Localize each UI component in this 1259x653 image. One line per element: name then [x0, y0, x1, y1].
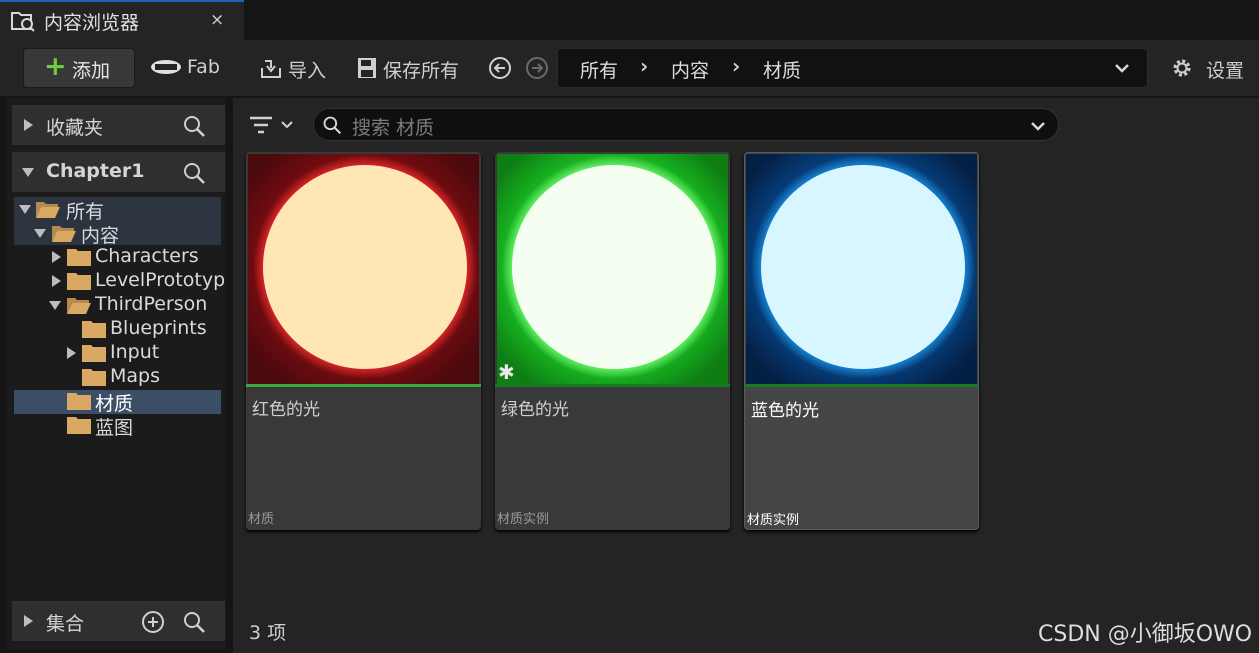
tree-item-label: Characters	[95, 245, 199, 267]
asset-type: 材质实例	[747, 513, 800, 528]
collapse-arrow-icon	[22, 168, 34, 177]
asset-name: 蓝色的光	[751, 401, 819, 421]
chevron-right-icon[interactable]: ›	[732, 54, 740, 78]
instance-marker-icon: ✱	[498, 360, 515, 384]
item-count: 3 项	[249, 622, 287, 644]
search-bar[interactable]: 搜索 材质	[313, 108, 1059, 141]
filter-icon	[250, 116, 272, 134]
folder-icon	[67, 273, 91, 290]
folder-icon	[82, 321, 106, 338]
expand-arrow-icon	[24, 615, 33, 627]
add-button[interactable]: + 添加	[23, 48, 135, 88]
import-label: 导入	[288, 60, 327, 82]
favorites-title: 收藏夹	[46, 117, 104, 139]
close-icon[interactable]: ×	[210, 10, 224, 30]
chevron-down-icon[interactable]	[1030, 120, 1046, 132]
asset-thumbnail	[746, 154, 977, 385]
fab-button[interactable]: Fab	[150, 50, 230, 86]
settings-button[interactable]: 设置	[1168, 50, 1253, 86]
folder-search-icon	[11, 12, 35, 32]
tree-item-label: 材质	[95, 393, 134, 415]
search-icon[interactable]	[182, 161, 206, 185]
filter-button[interactable]	[247, 112, 297, 138]
back-arrow-icon[interactable]	[488, 56, 512, 80]
asset-type: 材质	[248, 512, 275, 527]
breadcrumb-item[interactable]: 材质	[763, 56, 801, 83]
folder-icon	[82, 345, 106, 362]
asset-card[interactable]: 红色的光 材质	[246, 152, 481, 530]
import-button[interactable]: 导入	[257, 50, 335, 86]
search-icon[interactable]	[182, 610, 206, 634]
tree-item-label: ThirdPerson	[95, 293, 208, 315]
settings-label: 设置	[1206, 60, 1245, 82]
asset-name: 绿色的光	[501, 400, 569, 420]
asset-thumbnail	[248, 154, 479, 385]
search-input[interactable]: 搜索 材质	[352, 113, 434, 140]
asset-card[interactable]: 蓝色的光 材质实例	[744, 152, 979, 530]
folder-open-icon	[52, 226, 76, 242]
search-icon[interactable]	[182, 114, 206, 138]
collapse-arrow-icon	[19, 205, 31, 214]
tree-item-label: Blueprints	[110, 317, 207, 339]
folder-tree: 所有 内容 Characters LevelPrototypi ThirdPer…	[14, 197, 224, 447]
chevron-down-icon[interactable]	[1114, 62, 1130, 74]
collapse-arrow-icon	[49, 301, 61, 310]
tree-item-label: 所有	[66, 201, 105, 223]
search-icon	[323, 116, 342, 135]
chevron-right-icon[interactable]: ›	[640, 54, 648, 78]
folder-icon	[82, 369, 106, 386]
asset-name: 红色的光	[252, 400, 320, 420]
asset-type-bar	[495, 384, 730, 387]
fab-logo-icon	[151, 60, 181, 74]
add-circle-icon[interactable]	[141, 610, 165, 634]
expand-arrow-icon	[24, 119, 33, 131]
folder-open-icon	[36, 202, 60, 218]
plus-icon: +	[44, 51, 67, 82]
tree-item-label: LevelPrototypi	[95, 269, 224, 291]
project-title: Chapter1	[46, 160, 145, 182]
asset-type-bar	[246, 384, 481, 387]
breadcrumb-item[interactable]: 内容	[671, 56, 709, 83]
asset-type-bar	[745, 384, 978, 387]
folder-icon	[67, 393, 91, 410]
save-all-button[interactable]: 保存所有	[355, 50, 470, 86]
collections-title: 集合	[46, 613, 85, 635]
folder-icon	[67, 417, 91, 434]
project-header[interactable]: Chapter1	[12, 152, 225, 192]
collapse-arrow-icon	[34, 229, 46, 238]
gear-icon	[1173, 59, 1191, 77]
watermark: CSDN @小御坂OWO	[1038, 622, 1253, 647]
tree-item-label: Maps	[110, 365, 160, 387]
breadcrumb-item[interactable]: 所有	[580, 56, 618, 83]
favorites-header[interactable]: 收藏夹	[12, 105, 225, 145]
folder-icon	[67, 249, 91, 266]
chevron-down-icon	[281, 121, 293, 129]
fab-label: Fab	[187, 56, 220, 78]
breadcrumb: 所有 › 内容 › 材质	[557, 48, 1148, 88]
expand-arrow-icon	[52, 275, 61, 287]
save-all-label: 保存所有	[383, 60, 460, 82]
tree-item-label: Input	[110, 341, 160, 363]
tab-content-browser[interactable]: 内容浏览器 ×	[0, 0, 244, 40]
add-button-label: 添加	[72, 60, 111, 82]
import-icon	[261, 60, 281, 78]
expand-arrow-icon	[52, 251, 61, 263]
folder-open-icon	[67, 298, 91, 314]
asset-thumbnail	[497, 154, 728, 385]
asset-type: 材质实例	[497, 512, 550, 527]
tree-item-label: 蓝图	[95, 417, 134, 439]
asset-card[interactable]: ✱ 绿色的光 材质实例	[495, 152, 730, 530]
expand-arrow-icon	[67, 347, 76, 359]
forward-arrow-icon[interactable]	[525, 56, 549, 80]
tree-item-label: 内容	[81, 225, 120, 247]
tab-title: 内容浏览器	[44, 12, 140, 34]
collections-header[interactable]: 集合	[12, 601, 225, 641]
save-icon	[358, 58, 376, 78]
